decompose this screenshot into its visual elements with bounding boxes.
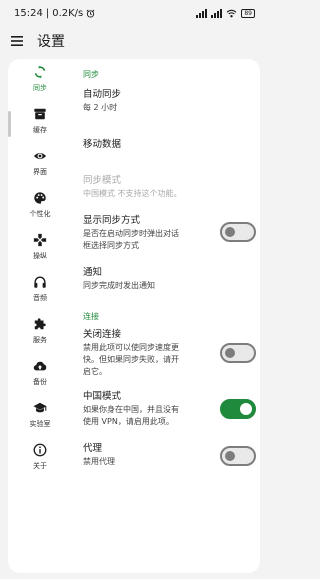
rail-item-lab[interactable]: 实验室 bbox=[14, 399, 66, 441]
rail-scrollbar[interactable] bbox=[8, 111, 11, 137]
summary-line: 如果你身在中国，并且没有 bbox=[83, 405, 179, 414]
alarm-icon bbox=[86, 9, 95, 18]
status-bar: 15:24 | 0.2K/s 89 bbox=[0, 0, 269, 26]
rail-label-about: 关于 bbox=[33, 462, 47, 470]
rail-item-cache[interactable]: 缓存 bbox=[14, 105, 66, 147]
toggle-knob bbox=[240, 403, 252, 415]
toggle-knob bbox=[225, 348, 235, 358]
navigation-rail: 同步 缓存 界面 个性化 操纵 音频 服务 备份 实验室 关于 bbox=[8, 59, 70, 573]
rail-item-backup[interactable]: 备份 bbox=[14, 357, 66, 399]
summary-line: 框选择同步方式 bbox=[83, 241, 139, 250]
sync-icon bbox=[34, 65, 46, 79]
rail-item-about[interactable]: 关于 bbox=[14, 441, 66, 483]
setting-title: 代理 bbox=[83, 443, 103, 454]
rail-item-personalize[interactable]: 个性化 bbox=[14, 189, 66, 231]
section-header-sync: 同步 bbox=[83, 70, 99, 79]
info-icon bbox=[33, 443, 47, 457]
summary-line: 启它。 bbox=[83, 367, 107, 376]
rail-item-audio[interactable]: 音频 bbox=[14, 273, 66, 315]
status-network-speed: 0.2K/s bbox=[52, 7, 84, 19]
puzzle-icon bbox=[34, 318, 46, 330]
cloud-upload-icon bbox=[33, 361, 47, 371]
rail-item-interface[interactable]: 界面 bbox=[14, 147, 66, 189]
app-bar: 设置 bbox=[0, 26, 269, 56]
setting-title: 自动同步 bbox=[83, 89, 122, 100]
china-mode-toggle[interactable] bbox=[220, 399, 256, 419]
rail-label-lab: 实验室 bbox=[29, 420, 51, 428]
setting-close-connection[interactable]: 关闭连接 禁用此项可以使同步速度更 快。但如果同步失败，请开 启它。 bbox=[83, 329, 179, 378]
setting-summary: 禁用代理 bbox=[83, 457, 115, 466]
eye-icon bbox=[33, 152, 47, 160]
menu-icon[interactable] bbox=[11, 36, 23, 46]
palette-icon bbox=[34, 192, 46, 204]
setting-auto-sync[interactable]: 自动同步 每 2 小时 bbox=[83, 89, 121, 114]
signal-icon bbox=[196, 8, 208, 18]
setting-mobile-data[interactable]: 移动数据 bbox=[83, 139, 121, 151]
setting-notification[interactable]: 通知 同步完成时发出通知 bbox=[83, 267, 155, 292]
proxy-toggle[interactable] bbox=[220, 446, 256, 466]
setting-summary: 是否在启动同步时弹出对话 框选择同步方式 bbox=[83, 228, 179, 252]
rail-label-controls: 操纵 bbox=[33, 252, 47, 260]
setting-china-mode[interactable]: 中国模式 如果你身在中国，并且没有 使用 VPN，请启用此项。 bbox=[83, 391, 179, 428]
close-connection-toggle[interactable] bbox=[220, 343, 256, 363]
rail-label-personalize: 个性化 bbox=[29, 210, 51, 218]
summary-line: 是否在启动同步时弹出对话 bbox=[83, 229, 179, 238]
signal-icon-2 bbox=[211, 8, 223, 18]
setting-title: 同步模式 bbox=[83, 175, 122, 186]
rail-label-audio: 音频 bbox=[33, 294, 47, 302]
setting-summary: 中国模式 不支持这个功能。 bbox=[83, 189, 182, 198]
show-sync-method-toggle[interactable] bbox=[220, 222, 256, 242]
setting-summary: 每 2 小时 bbox=[83, 103, 118, 112]
setting-title: 中国模式 bbox=[83, 391, 122, 402]
rail-item-controls[interactable]: 操纵 bbox=[14, 231, 66, 273]
rail-label-backup: 备份 bbox=[33, 378, 47, 386]
status-time: 15:24 bbox=[14, 7, 43, 19]
rail-label-interface: 界面 bbox=[33, 168, 47, 176]
wifi-icon bbox=[227, 9, 237, 17]
settings-list: 同步 自动同步 每 2 小时 移动数据 同步模式 中国模式 不支持这个功能。 显… bbox=[83, 59, 260, 573]
summary-line: 快。但如果同步失败，请开 bbox=[83, 355, 179, 364]
section-header-connection: 连接 bbox=[83, 312, 99, 321]
setting-proxy[interactable]: 代理 禁用代理 bbox=[83, 443, 115, 468]
setting-show-sync-method[interactable]: 显示同步方式 是否在启动同步时弹出对话 框选择同步方式 bbox=[83, 215, 179, 252]
rail-label-sync: 同步 bbox=[33, 84, 47, 92]
summary-line: 使用 VPN，请启用此项。 bbox=[83, 417, 174, 426]
setting-title: 显示同步方式 bbox=[83, 215, 141, 226]
archive-icon bbox=[34, 108, 46, 120]
summary-line: 禁用此项可以使同步速度更 bbox=[83, 343, 179, 352]
setting-title: 关闭连接 bbox=[83, 329, 122, 340]
toggle-knob bbox=[225, 227, 235, 237]
setting-summary: 如果你身在中国，并且没有 使用 VPN，请启用此项。 bbox=[83, 404, 179, 428]
toggle-knob bbox=[225, 451, 235, 461]
setting-title: 移动数据 bbox=[83, 139, 122, 150]
settings-card: 同步 缓存 界面 个性化 操纵 音频 服务 备份 实验室 关于 同步 自动同步 … bbox=[8, 59, 260, 573]
page-title: 设置 bbox=[37, 34, 65, 50]
rail-label-cache: 缓存 bbox=[33, 126, 47, 134]
gamepad-icon bbox=[33, 233, 47, 247]
setting-summary: 禁用此项可以使同步速度更 快。但如果同步失败，请开 启它。 bbox=[83, 342, 179, 378]
setting-sync-mode: 同步模式 中国模式 不支持这个功能。 bbox=[83, 175, 182, 200]
rail-item-services[interactable]: 服务 bbox=[14, 315, 66, 357]
rail-label-services: 服务 bbox=[33, 336, 47, 344]
headphones-icon bbox=[34, 276, 46, 288]
setting-summary: 同步完成时发出通知 bbox=[83, 281, 155, 290]
setting-title: 通知 bbox=[83, 267, 103, 278]
school-icon bbox=[33, 402, 47, 413]
rail-item-sync[interactable]: 同步 bbox=[14, 63, 66, 105]
battery-indicator: 89 bbox=[241, 8, 255, 18]
